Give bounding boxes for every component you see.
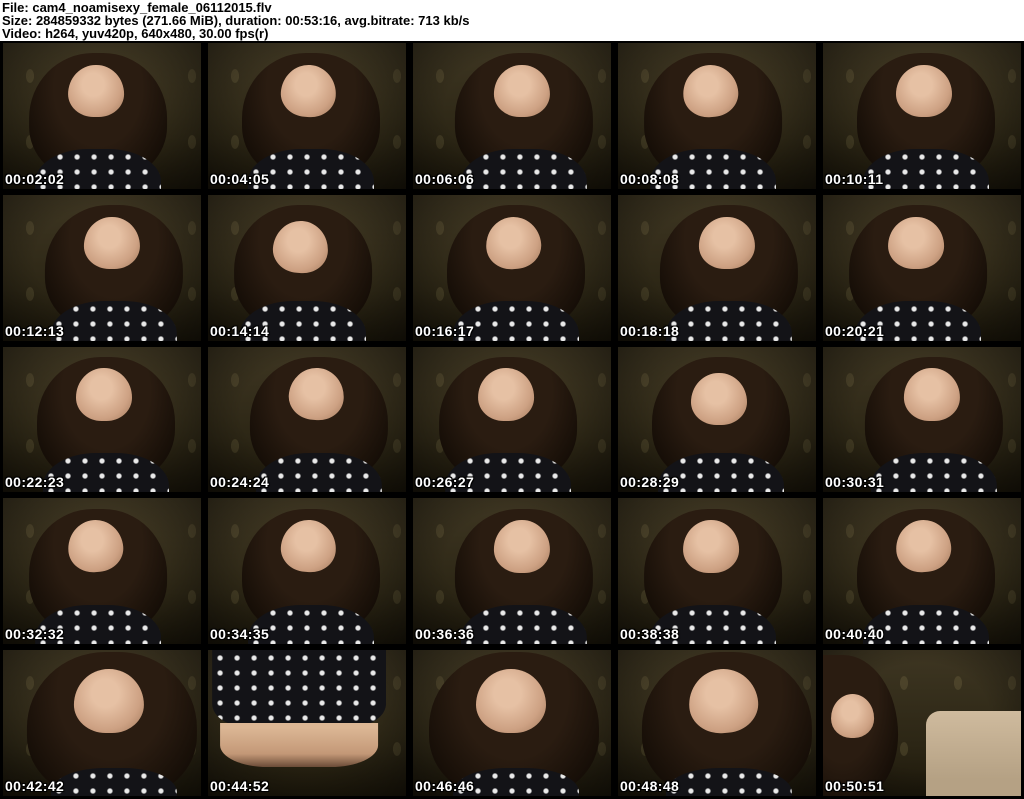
- video-codec-line: Video: h264, yuv420p, 640x480, 30.00 fps…: [2, 26, 269, 41]
- figure-silhouette: [618, 347, 816, 493]
- timestamp-overlay: 00:06:06: [415, 170, 475, 187]
- face-shape: [478, 368, 534, 421]
- video-thumbnail: 00:02:02: [3, 43, 201, 189]
- timestamp-overlay: 00:26:27: [415, 474, 475, 491]
- video-thumbnail: 00:08:08: [618, 43, 816, 189]
- face-shape: [494, 64, 550, 118]
- figure-silhouette: [3, 347, 201, 493]
- video-thumbnail: 00:24:24: [208, 346, 406, 493]
- face-shape: [896, 64, 952, 118]
- timestamp-overlay: 00:44:52: [210, 778, 270, 794]
- timestamp-overlay: 00:18:18: [620, 322, 680, 339]
- face-shape: [476, 669, 546, 734]
- video-thumbnail: 00:38:38: [618, 498, 816, 645]
- timestamp-overlay: 00:02:02: [5, 170, 65, 187]
- figure-silhouette: [208, 43, 406, 189]
- thumbnail-grid: 00:02:02 00:04:05 00:06:06 00:08:08 00:1…: [0, 41, 1024, 799]
- timestamp-overlay: 00:10:11: [825, 170, 884, 187]
- face-shape: [68, 64, 124, 118]
- timestamp-overlay: 00:48:48: [620, 778, 680, 794]
- face-shape: [699, 216, 755, 270]
- video-thumbnail: 00:36:36: [413, 498, 611, 645]
- video-thumbnail: 00:10:11: [823, 43, 1021, 189]
- video-thumbnail: 00:40:40: [823, 498, 1021, 645]
- timestamp-overlay: 00:46:46: [415, 778, 475, 794]
- figure-silhouette: [618, 43, 808, 189]
- figure-silhouette: [413, 347, 603, 493]
- figure-silhouette: [823, 43, 1021, 189]
- timestamp-overlay: 00:38:38: [620, 626, 680, 643]
- video-thumbnail: 00:26:27: [413, 346, 611, 493]
- figure-silhouette: [3, 43, 193, 189]
- timestamp-overlay: 00:40:40: [825, 626, 885, 643]
- face-shape: [830, 693, 875, 738]
- timestamp-overlay: 00:30:31: [825, 474, 885, 491]
- face-shape: [76, 368, 132, 421]
- video-thumbnail: 00:28:29: [618, 346, 816, 493]
- face-shape: [904, 368, 960, 421]
- figure-silhouette: [626, 195, 816, 341]
- timestamp-overlay: 00:28:29: [620, 474, 680, 491]
- file-info-header: File: cam4_noamisexy_female_06112015.flv…: [0, 0, 1024, 41]
- figure-silhouette: [626, 650, 816, 796]
- video-thumbnail: 00:12:13: [3, 194, 201, 341]
- video-thumbnail: 00:20:21: [823, 194, 1021, 341]
- figure-silhouette: [823, 650, 1013, 796]
- video-thumbnail: 00:44:52: [208, 650, 406, 796]
- timestamp-overlay: 00:24:24: [210, 474, 270, 491]
- timestamp-overlay: 00:42:42: [5, 778, 65, 794]
- video-contact-sheet: File: cam4_noamisexy_female_06112015.flv…: [0, 0, 1024, 799]
- figure-silhouette: [3, 498, 193, 645]
- face-shape: [74, 669, 144, 734]
- timestamp-overlay: 00:08:08: [620, 170, 680, 187]
- figure-silhouette: [823, 195, 1013, 341]
- video-thumbnail: 00:16:17: [413, 194, 611, 341]
- timestamp-overlay: 00:50:51: [825, 778, 885, 794]
- figure-silhouette: [421, 43, 611, 189]
- face-shape: [888, 216, 944, 270]
- timestamp-overlay: 00:14:14: [210, 322, 270, 339]
- timestamp-overlay: 00:20:21: [825, 322, 885, 339]
- timestamp-overlay: 00:12:13: [5, 322, 65, 339]
- video-thumbnail: 00:04:05: [208, 43, 406, 189]
- video-thumbnail: 00:18:18: [618, 194, 816, 341]
- figure-silhouette: [208, 498, 406, 645]
- figure-silhouette: [208, 195, 398, 341]
- video-thumbnail: 00:32:32: [3, 498, 201, 645]
- timestamp-overlay: 00:34:35: [210, 626, 270, 643]
- figure-silhouette: [413, 195, 611, 341]
- figure-silhouette: [11, 650, 201, 796]
- face-shape: [691, 372, 747, 426]
- timestamp-overlay: 00:04:05: [210, 170, 270, 187]
- video-thumbnail: 00:48:48: [618, 650, 816, 796]
- figure-silhouette: [216, 347, 406, 493]
- video-thumbnail: 00:34:35: [208, 498, 406, 645]
- figure-silhouette: [823, 498, 1021, 645]
- video-thumbnail: 00:22:23: [3, 346, 201, 493]
- timestamp-overlay: 00:16:17: [415, 322, 475, 339]
- figure-silhouette: [413, 650, 611, 796]
- timestamp-overlay: 00:36:36: [415, 626, 475, 643]
- face-shape: [683, 520, 739, 573]
- video-thumbnail: 00:14:14: [208, 194, 406, 341]
- video-thumbnail: 00:30:31: [823, 346, 1021, 493]
- video-thumbnail: 00:42:42: [3, 650, 201, 796]
- timestamp-overlay: 00:32:32: [5, 626, 65, 643]
- figure-silhouette: [421, 498, 611, 645]
- face-shape: [494, 520, 550, 573]
- video-thumbnail: 00:06:06: [413, 43, 611, 189]
- video-thumbnail: 00:46:46: [413, 650, 611, 796]
- figure-silhouette: [208, 650, 398, 796]
- timestamp-overlay: 00:22:23: [5, 474, 65, 491]
- figure-silhouette: [11, 195, 201, 341]
- figure-silhouette: [618, 498, 808, 645]
- face-shape: [84, 216, 140, 270]
- figure-silhouette: [831, 347, 1021, 493]
- video-thumbnail: 00:50:51: [823, 650, 1021, 796]
- polka-dot-top: [211, 650, 387, 726]
